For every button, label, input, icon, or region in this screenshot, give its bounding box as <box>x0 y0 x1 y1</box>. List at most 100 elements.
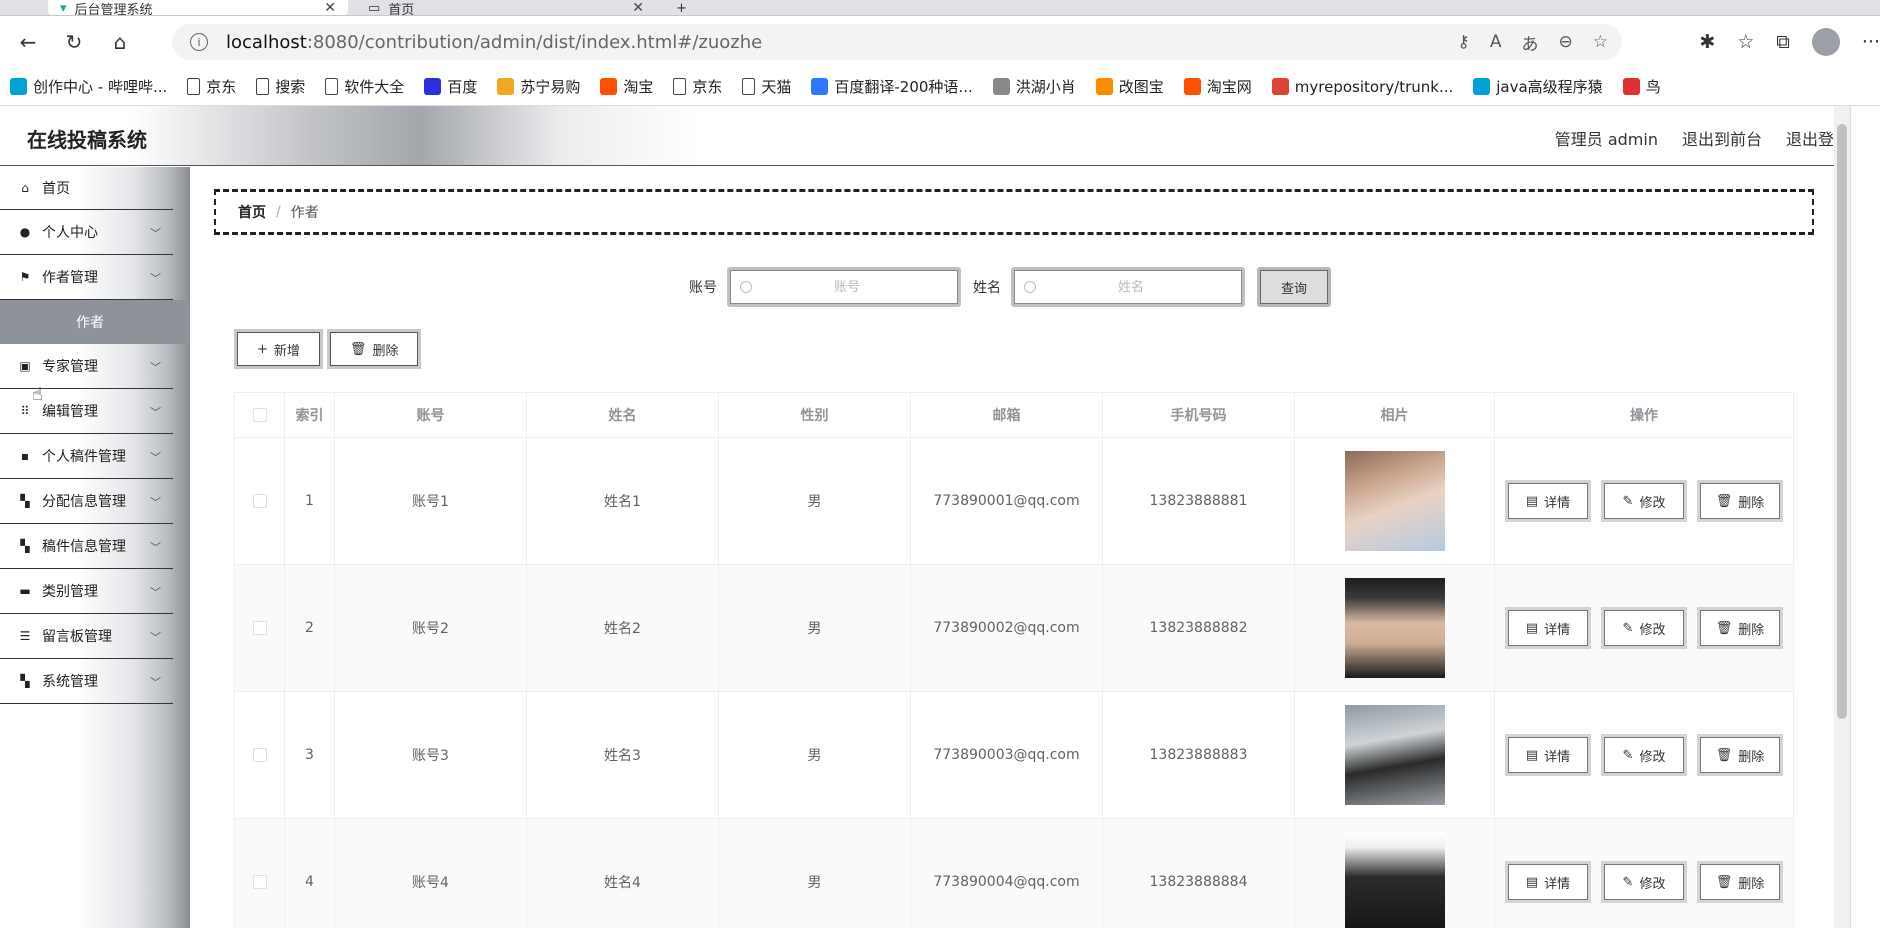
delete-row-button[interactable]: 🗑 删除 <box>1697 607 1783 649</box>
sidebar-item-category-mgmt[interactable]: ▬ 类别管理 ﹀ <box>0 569 173 614</box>
profile-avatar[interactable] <box>1811 28 1840 56</box>
author-photo[interactable] <box>1344 705 1445 805</box>
close-tab-icon[interactable]: ✕ <box>324 0 336 15</box>
breadcrumb-home[interactable]: 首页 <box>238 202 266 222</box>
breadcrumb: 首页 / 作者 <box>214 189 1814 235</box>
browser-tab-home[interactable]: ▭ 首页 ✕ <box>356 0 656 16</box>
bookmark-item[interactable]: 改图宝 <box>1095 76 1164 97</box>
bookmark-item[interactable]: 淘宝网 <box>1183 76 1252 97</box>
batch-delete-button[interactable]: 🗑 删除 <box>326 329 422 369</box>
author-photo[interactable] <box>1344 578 1445 678</box>
back-icon[interactable]: ← <box>10 24 46 60</box>
bookmark-item[interactable]: 洪湖小肖 <box>992 76 1076 97</box>
name-input[interactable] <box>1036 279 1226 295</box>
detail-button[interactable]: ▤ 详情 <box>1505 734 1591 776</box>
edit-button[interactable]: ✎ 修改 <box>1601 607 1687 649</box>
row-checkbox[interactable] <box>252 494 267 508</box>
address-bar[interactable]: i localhost:8080/contribution/admin/dist… <box>172 24 1622 60</box>
key-icon[interactable]: ⚷ <box>1457 32 1469 52</box>
new-tab-icon[interactable]: + <box>664 0 699 16</box>
taobao-icon <box>1183 78 1201 95</box>
favorites-icon[interactable]: ☆ <box>1737 31 1754 53</box>
sidebar-subitem-author[interactable]: 作者 <box>0 300 190 344</box>
name-search-box[interactable] <box>1011 267 1245 307</box>
delete-row-button[interactable]: 🗑 删除 <box>1697 734 1783 776</box>
more-menu-icon[interactable]: ··· <box>1862 31 1880 53</box>
home-icon[interactable]: ⌂ <box>102 24 138 60</box>
sidebar-item-personal-center[interactable]: ● 个人中心 ﹀ <box>0 210 173 255</box>
bookmark-item[interactable]: 京东 <box>187 76 236 97</box>
page-scrollbar[interactable] <box>1834 106 1850 928</box>
account-search-box[interactable] <box>727 267 961 307</box>
scrollbar-thumb[interactable] <box>1837 124 1847 719</box>
extensions-icon[interactable]: ✱ <box>1699 31 1715 53</box>
bookmark-label: 苏宁易购 <box>520 78 581 96</box>
sidebar-item-home[interactable]: ⌂ 首页 <box>0 167 173 210</box>
favorite-add-icon[interactable]: ☆ <box>1593 32 1608 52</box>
edit-button[interactable]: ✎ 修改 <box>1601 480 1687 522</box>
site-info-icon[interactable]: i <box>190 33 208 51</box>
detail-button[interactable]: ▤ 详情 <box>1505 607 1591 649</box>
bookmark-item[interactable]: 软件大全 <box>325 76 404 97</box>
query-button[interactable]: 查询 <box>1257 267 1331 307</box>
bookmark-item[interactable]: 百度翻译-200种语... <box>811 76 973 97</box>
sidebar-item-assign-mgmt[interactable]: ▚ 分配信息管理 ﹀ <box>0 479 173 524</box>
sidebar-item-system-mgmt[interactable]: ▚ 系统管理 ﹀ <box>0 659 173 704</box>
bookmark-item[interactable]: 京东 <box>673 76 722 97</box>
bookmark-label: myrepository/trunk... <box>1294 77 1454 96</box>
apps-icon: ▚ <box>20 494 30 508</box>
row-checkbox[interactable] <box>252 875 267 889</box>
bookmark-item[interactable]: 搜索 <box>256 76 305 97</box>
header-gender: 性别 <box>719 393 911 437</box>
account-input[interactable] <box>752 279 942 295</box>
home-icon: ⌂ <box>21 181 29 195</box>
row-checkbox[interactable] <box>252 748 267 762</box>
add-button[interactable]: + 新增 <box>234 329 323 369</box>
translate-icon[interactable]: あ <box>1522 30 1539 55</box>
sidebar-item-expert-mgmt[interactable]: ▣ 专家管理 ﹀ <box>0 344 173 389</box>
sidebar-item-author-mgmt[interactable]: ⚑ 作者管理 ﹀ <box>0 255 173 300</box>
bookmark-item[interactable]: 淘宝 <box>600 76 653 97</box>
sidebar-item-editor-mgmt[interactable]: ⠿ 编辑管理 ﹀ <box>0 389 173 434</box>
bookmark-item[interactable]: 天猫 <box>742 76 791 97</box>
edit-button[interactable]: ✎ 修改 <box>1601 734 1687 776</box>
delete-row-button[interactable]: 🗑 删除 <box>1697 861 1783 903</box>
edit-button[interactable]: ✎ 修改 <box>1601 861 1687 903</box>
pencil-icon: ✎ <box>1622 874 1634 890</box>
bookmark-item[interactable]: 百度 <box>424 76 477 97</box>
chevron-down-icon: ﹀ <box>150 406 161 419</box>
row-checkbox[interactable] <box>252 621 267 635</box>
sidebar-item-manuscript-mgmt[interactable]: ▪ 个人稿件管理 ﹀ <box>0 434 173 479</box>
zoom-icon[interactable]: ⊖ <box>1559 32 1573 52</box>
bookmark-item[interactable]: myrepository/trunk... <box>1271 77 1454 96</box>
comment-icon: ▪ <box>20 449 30 463</box>
trash-icon: 🗑 <box>1715 747 1733 763</box>
bookmark-item[interactable]: 鸟 <box>1622 76 1661 97</box>
sidebar-item-manuscript-info-mgmt[interactable]: ▚ 稿件信息管理 ﹀ <box>0 524 173 569</box>
select-all-checkbox[interactable] <box>252 408 267 422</box>
close-tab-icon[interactable]: ✕ <box>632 0 644 15</box>
bookmark-item[interactable]: 创作中心 - 哔哩哔... <box>10 76 167 97</box>
read-aloud-icon[interactable]: A <box>1490 32 1502 52</box>
detail-button[interactable]: ▤ 详情 <box>1505 480 1591 522</box>
collections-icon[interactable]: ⧉ <box>1776 31 1790 53</box>
bookmark-item[interactable]: 苏宁易购 <box>497 76 580 97</box>
detail-button[interactable]: ▤ 详情 <box>1505 861 1591 903</box>
cell-ops: ▤ 详情 ✎ 修改 🗑 删除 <box>1495 819 1793 928</box>
author-photo[interactable] <box>1344 451 1445 551</box>
sidebar-item-board-mgmt[interactable]: ☰ 留言板管理 ﹀ <box>0 614 173 659</box>
to-front-link[interactable]: 退出到前台 <box>1682 126 1762 150</box>
author-photo[interactable] <box>1344 832 1445 928</box>
cell-phone: 13823888882 <box>1103 565 1295 691</box>
browser-tab-admin[interactable]: ▾ 后台管理系统 ✕ <box>48 0 348 15</box>
sidebar-item-label: 稿件信息管理 <box>42 539 126 555</box>
bookmark-item[interactable]: java高级程序猿 <box>1473 76 1603 97</box>
cell-name: 姓名1 <box>527 438 719 564</box>
bookmark-label: 天猫 <box>761 78 792 96</box>
reload-icon[interactable]: ↻ <box>56 24 92 60</box>
tab-title: 首页 <box>388 2 415 16</box>
cell-account: 账号3 <box>335 692 527 818</box>
row-select-cell <box>235 565 285 691</box>
delete-row-button[interactable]: 🗑 删除 <box>1697 480 1783 522</box>
row-select-cell <box>235 692 285 818</box>
